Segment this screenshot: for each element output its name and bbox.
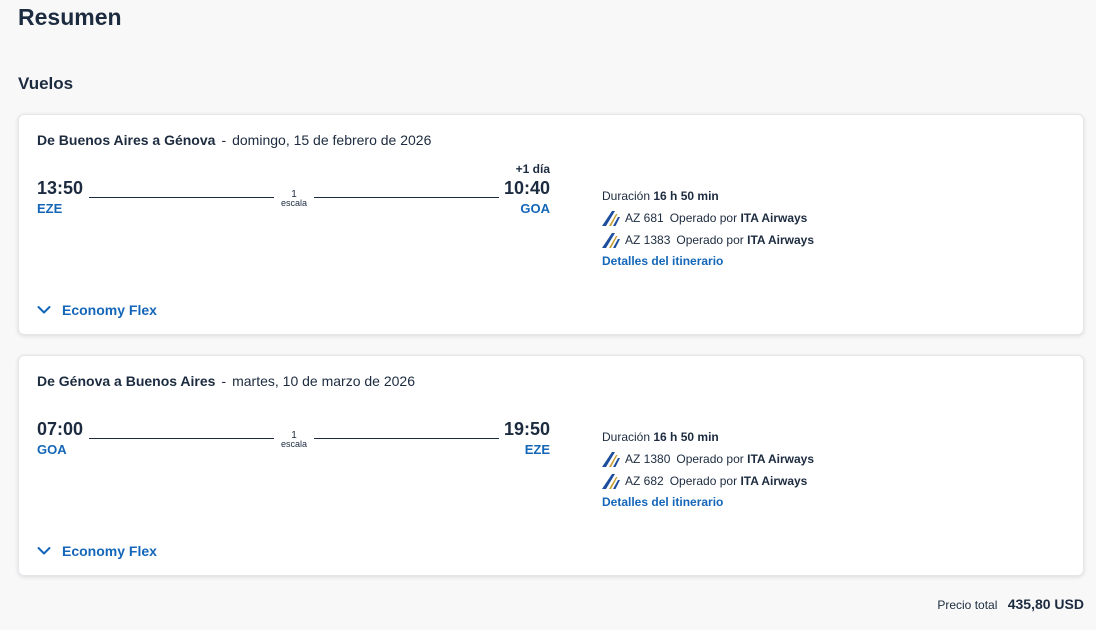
departure-airport: GOA bbox=[37, 442, 67, 457]
ita-airways-logo-icon bbox=[602, 474, 620, 489]
duration-label: Duración bbox=[602, 189, 651, 203]
segment-row: AZ 682 Operado por ITA Airways bbox=[602, 470, 902, 492]
chevron-down-icon bbox=[37, 547, 51, 555]
fare-name: Economy Flex bbox=[62, 543, 157, 559]
chevron-down-icon bbox=[37, 306, 51, 314]
route-name: De Génova a Buenos Aires bbox=[37, 373, 216, 389]
flight-number: AZ 682 bbox=[625, 474, 664, 488]
arrival-time: 19:50 bbox=[503, 419, 550, 439]
duration-value: 16 h 50 min bbox=[653, 430, 719, 444]
flight-card-outbound: De Buenos Aires a Génova - domingo, 15 de … bbox=[18, 114, 1084, 335]
operated-by-label: Operado por bbox=[676, 452, 744, 466]
stops-label: escala bbox=[280, 439, 307, 449]
arrival-time: 10:40 bbox=[503, 178, 550, 198]
stops-indicator: 1 escala bbox=[274, 431, 314, 449]
operated-by-label: Operado por bbox=[669, 211, 738, 225]
flight-date: domingo, 15 de febrero de 2026 bbox=[232, 132, 432, 148]
duration-value: 16 h 50 min bbox=[653, 189, 719, 203]
flight-header: De Buenos Aires a Génova - domingo, 15 de … bbox=[37, 132, 431, 148]
fare-toggle-economy-flex[interactable]: Economy Flex bbox=[37, 543, 157, 559]
departure-time: 13:50 bbox=[37, 178, 84, 198]
fare-toggle-economy-flex[interactable]: Economy Flex bbox=[37, 302, 157, 318]
ita-airways-logo-icon bbox=[602, 211, 620, 226]
operator-name: ITA Airways bbox=[747, 452, 815, 466]
flight-date: martes, 10 de marzo de 2026 bbox=[232, 373, 415, 389]
header-separator: - bbox=[221, 373, 227, 389]
stops-indicator: 1 escala bbox=[274, 190, 314, 208]
segment-row: AZ 1383 Operado por ITA Airways bbox=[602, 229, 902, 251]
operator-name: ITA Airways bbox=[740, 474, 808, 488]
flight-number: AZ 1383 bbox=[625, 233, 671, 247]
duration: Duración 16 h 50 min bbox=[602, 428, 902, 448]
total-price: Precio total 435,80 USD bbox=[937, 596, 1084, 612]
operator-name: ITA Airways bbox=[747, 233, 815, 247]
header-separator: - bbox=[221, 132, 227, 148]
flight-details: Duración 16 h 50 min AZ 1380 Operado por… bbox=[602, 428, 902, 509]
ita-airways-logo-icon bbox=[602, 233, 620, 248]
flight-header: De Génova a Buenos Aires - martes, 10 de m… bbox=[37, 373, 415, 389]
arrival-airport: GOA bbox=[520, 201, 550, 216]
segment-row: AZ 1380 Operado por ITA Airways bbox=[602, 448, 902, 470]
arrival-airport: EZE bbox=[524, 442, 550, 457]
departure-time: 07:00 bbox=[37, 419, 84, 439]
flight-card-return: De Génova a Buenos Aires - martes, 10 de m… bbox=[18, 355, 1084, 576]
total-price-label: Precio total bbox=[937, 598, 998, 612]
duration-label: Duración bbox=[602, 430, 651, 444]
itinerary-details-link[interactable]: Detalles del itinerario bbox=[602, 254, 723, 268]
stops-label: escala bbox=[280, 198, 307, 208]
route-name: De Buenos Aires a Génova bbox=[37, 132, 216, 148]
flight-number: AZ 1380 bbox=[625, 452, 671, 466]
day-offset-badge: +1 día bbox=[515, 162, 550, 176]
fare-name: Economy Flex bbox=[62, 302, 157, 318]
page-title: Resumen bbox=[18, 4, 122, 30]
duration: Duración 16 h 50 min bbox=[602, 187, 902, 207]
flight-details: Duración 16 h 50 min AZ 681 Operado por … bbox=[602, 187, 902, 268]
operator-name: ITA Airways bbox=[740, 211, 808, 225]
departure-airport: EZE bbox=[37, 201, 63, 216]
operated-by-label: Operado por bbox=[676, 233, 744, 247]
operated-by-label: Operado por bbox=[669, 474, 738, 488]
flight-number: AZ 681 bbox=[625, 211, 664, 225]
itinerary-details-link[interactable]: Detalles del itinerario bbox=[602, 495, 723, 509]
total-price-amount: 435,80 USD bbox=[1007, 596, 1084, 612]
ita-airways-logo-icon bbox=[602, 452, 620, 467]
section-title-flights: Vuelos bbox=[18, 74, 74, 93]
segment-row: AZ 681 Operado por ITA Airways bbox=[602, 207, 902, 229]
